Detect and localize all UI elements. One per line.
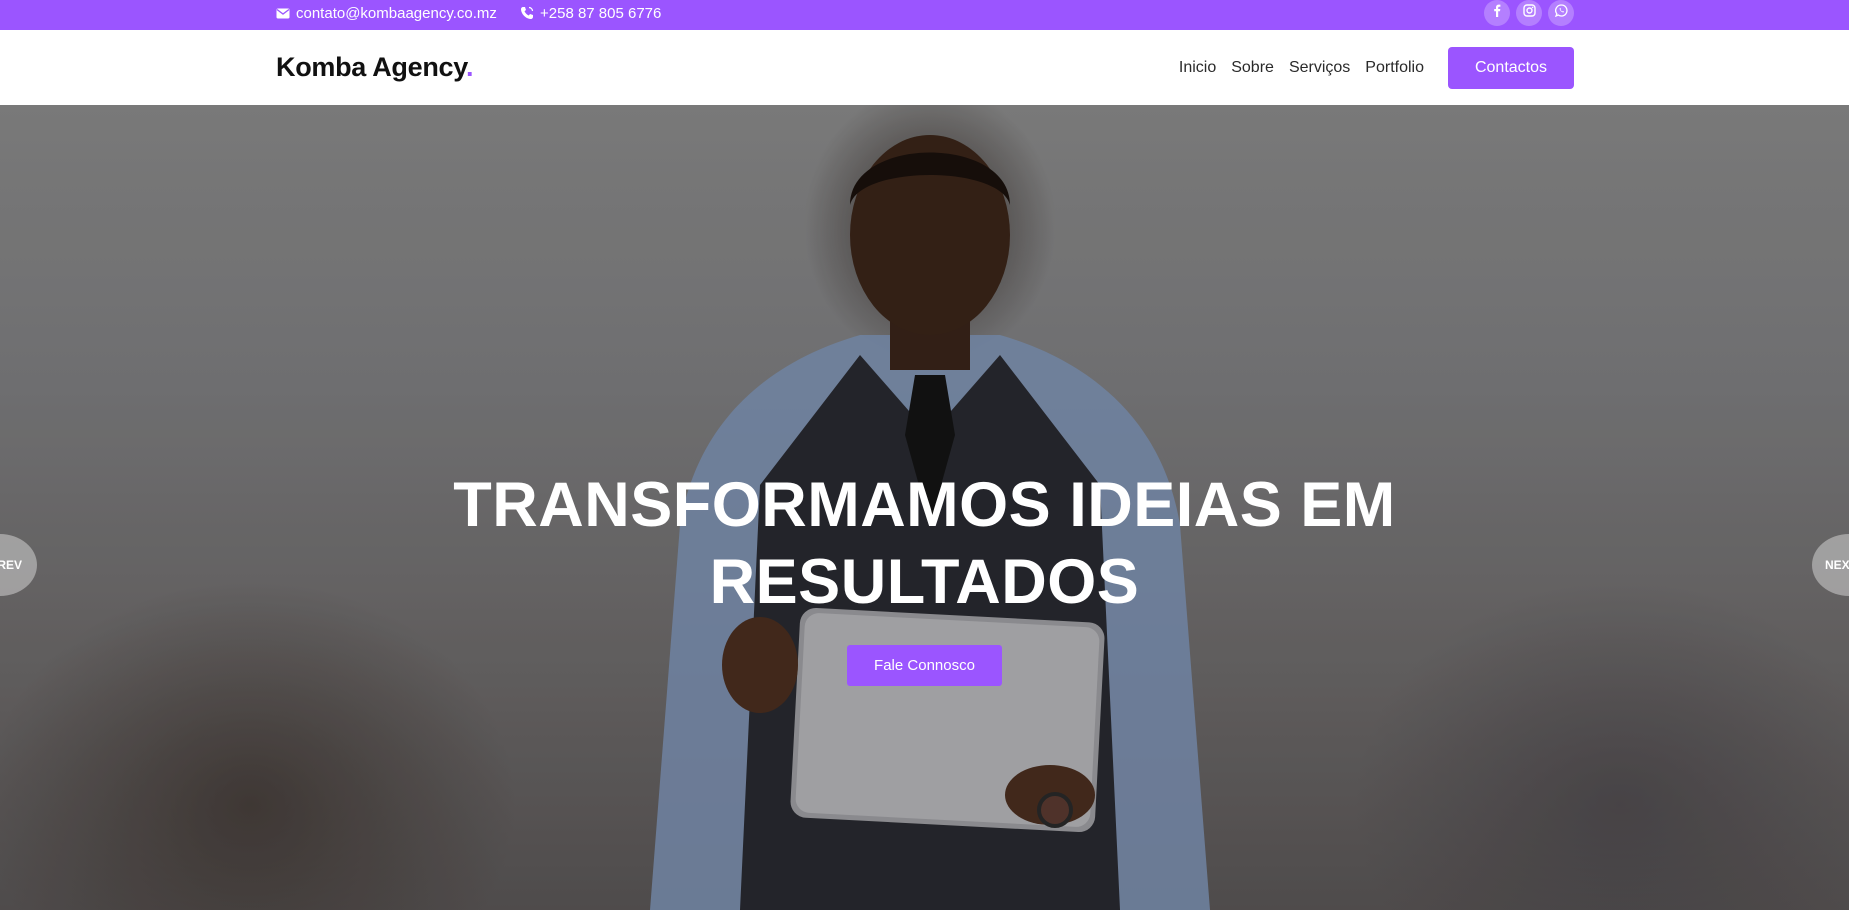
facebook-icon (1493, 4, 1501, 22)
whatsapp-icon (1554, 4, 1568, 22)
facebook-link[interactable] (1484, 0, 1510, 26)
slider-next-label: NEX (1825, 558, 1849, 572)
contact-phone[interactable]: +258 87 805 6776 (520, 0, 661, 26)
nav-item-sobre[interactable]: Sobre (1231, 59, 1274, 77)
site-header: Komba Agency. Inicio Sobre Serviços Port… (0, 30, 1849, 105)
slider-prev-label: REV (0, 558, 22, 572)
hero-title-line2: RESULTADOS (709, 547, 1140, 617)
logo-text: Komba Agency (276, 52, 466, 82)
instagram-link[interactable] (1516, 0, 1542, 26)
contactos-button[interactable]: Contactos (1448, 47, 1574, 89)
top-contact-bar-inner: contato@kombaagency.co.mz +258 87 805 67… (276, 0, 1574, 30)
fale-connosco-button[interactable]: Fale Connosco (847, 645, 1002, 686)
contact-email-text: contato@kombaagency.co.mz (296, 4, 497, 22)
site-header-inner: Komba Agency. Inicio Sobre Serviços Port… (276, 30, 1574, 105)
nav-item-servicos[interactable]: Serviços (1289, 59, 1350, 77)
instagram-icon (1522, 4, 1536, 22)
logo-dot: . (465, 52, 474, 82)
phone-icon (520, 6, 534, 20)
envelope-icon (276, 8, 290, 19)
contact-phone-text: +258 87 805 6776 (540, 4, 662, 22)
hero-slider: TRANSFORMAMOS IDEIAS EM RESULTADOS Fale … (0, 105, 1849, 910)
top-contact-bar: contato@kombaagency.co.mz +258 87 805 67… (0, 0, 1849, 30)
nav-item-portfolio[interactable]: Portfolio (1365, 59, 1424, 77)
main-nav: Inicio Sobre Serviços Portfolio (1179, 30, 1424, 105)
logo[interactable]: Komba Agency. (276, 52, 473, 83)
hero-title: TRANSFORMAMOS IDEIAS EM RESULTADOS (0, 467, 1849, 621)
contact-email[interactable]: contato@kombaagency.co.mz (276, 0, 497, 26)
social-links (1484, 0, 1574, 26)
whatsapp-link[interactable] (1548, 0, 1574, 26)
nav-item-inicio[interactable]: Inicio (1179, 59, 1216, 77)
hero-title-line1: TRANSFORMAMOS IDEIAS EM (453, 470, 1396, 540)
